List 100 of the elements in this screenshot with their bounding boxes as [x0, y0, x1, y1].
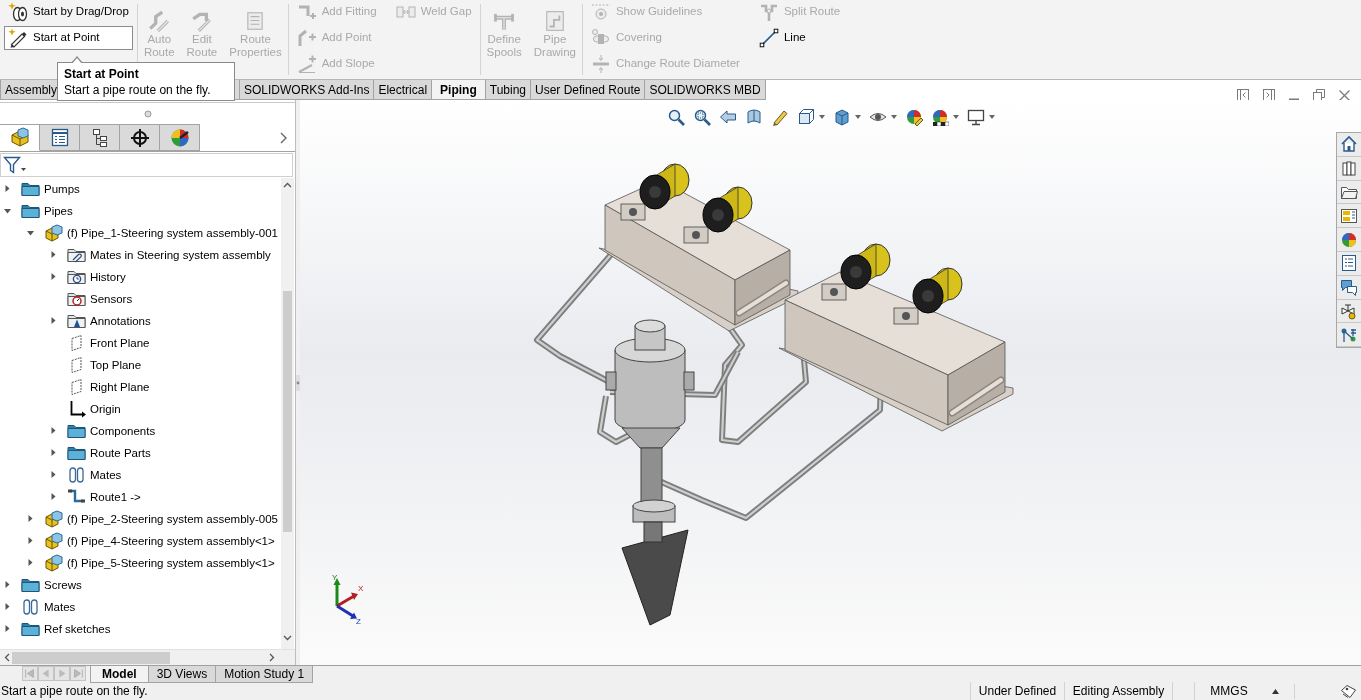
caret-down-icon[interactable]	[854, 115, 861, 119]
list-icon[interactable]	[1340, 254, 1358, 273]
caret-right-icon[interactable]	[49, 470, 58, 480]
tree-item-label[interactable]: Ref sketches	[44, 620, 111, 637]
filter-icon[interactable]	[3, 154, 27, 175]
caret-right-icon[interactable]	[49, 272, 58, 282]
caret-right-icon[interactable]	[26, 514, 35, 524]
command-tab[interactable]: User Defined Route	[530, 80, 646, 100]
tree-item-label[interactable]: (f) Pipe_5-Steering system assembly<1>	[67, 554, 275, 571]
chevron-left-icon[interactable]	[4, 653, 10, 663]
tree-item-label[interactable]: Mates in Steering system assembly	[90, 246, 271, 263]
layout-board-icon[interactable]	[1340, 206, 1358, 225]
caret-down-icon[interactable]	[952, 115, 959, 119]
tree-item-label[interactable]: Right Plane	[90, 378, 150, 395]
tree-item-label[interactable]: Origin	[90, 400, 121, 417]
splitter-handle-icon[interactable]	[296, 374, 300, 391]
caret-right-icon[interactable]	[3, 602, 12, 612]
command-tab[interactable]: Tubing	[484, 80, 531, 100]
tree-item-label[interactable]: (f) Pipe_2-Steering system assembly-005	[67, 510, 278, 527]
caret-down-icon[interactable]	[818, 115, 825, 119]
caret-down-icon[interactable]	[988, 115, 995, 119]
books-icon[interactable]	[1340, 159, 1358, 178]
assembly-icon	[44, 553, 63, 572]
caret-right-icon[interactable]	[49, 250, 58, 260]
color-ball-pencil-icon[interactable]	[904, 108, 923, 126]
panel-tab[interactable]	[120, 124, 160, 152]
command-tab[interactable]: Electrical	[373, 80, 433, 100]
caret-right-icon[interactable]	[26, 536, 35, 546]
command-tab[interactable]: SOLIDWORKS MBD	[644, 80, 766, 100]
pipe-pencil-icon	[190, 10, 213, 32]
caret-up-icon[interactable]	[1271, 688, 1279, 694]
caret-right-icon[interactable]	[49, 426, 58, 436]
tag-icon[interactable]	[1340, 683, 1357, 699]
pipe-pencil-icon	[148, 10, 171, 32]
chevron-down-icon[interactable]	[283, 635, 292, 642]
tree-item-label[interactable]: Annotations	[90, 312, 151, 329]
caret-right-icon[interactable]	[49, 448, 58, 458]
caret-down-icon[interactable]	[890, 115, 897, 119]
panel-left-icon[interactable]	[1236, 88, 1250, 102]
tree-item-label[interactable]: Sensors	[90, 290, 133, 307]
chevron-right-icon[interactable]	[280, 131, 287, 144]
panel-tab[interactable]	[80, 124, 120, 152]
valve-icon[interactable]	[1340, 301, 1358, 320]
magnifier-icon[interactable]	[666, 108, 685, 126]
section-surface-icon[interactable]	[744, 108, 763, 126]
color-ball-checker-icon[interactable]	[930, 108, 949, 126]
model-tab[interactable]: Model	[90, 666, 149, 683]
ribbon-button[interactable]: Start by Drag/Drop	[4, 0, 133, 24]
tree-item-label[interactable]: Pipes	[44, 202, 73, 219]
tree-item-label[interactable]: Top Plane	[90, 356, 142, 373]
chat-bubbles-icon[interactable]	[1340, 278, 1358, 297]
caret-right-icon[interactable]	[49, 492, 58, 502]
chevron-up-icon[interactable]	[283, 181, 292, 188]
home-icon[interactable]	[1340, 135, 1358, 154]
cube-outline-icon[interactable]	[796, 108, 815, 126]
color-ball-icon[interactable]	[1340, 230, 1358, 249]
horizontal-scrollbar[interactable]	[0, 649, 295, 665]
caret-down-icon[interactable]	[3, 206, 12, 216]
caret-right-icon[interactable]	[3, 580, 12, 590]
tree-item-label[interactable]: Screws	[44, 576, 82, 593]
model-tab[interactable]: Motion Study 1	[215, 666, 314, 683]
vertical-scrollbar[interactable]	[281, 177, 294, 650]
caret-right-icon[interactable]	[3, 624, 12, 634]
caret-right-icon[interactable]	[26, 558, 35, 568]
tree-item-label[interactable]: Route Parts	[90, 444, 151, 461]
model-tab[interactable]: 3D Views	[147, 666, 217, 683]
arrow-left-icon[interactable]	[718, 108, 737, 126]
caret-right-icon[interactable]	[3, 184, 12, 194]
tree-item-label[interactable]: History	[90, 268, 126, 285]
tree-item-label[interactable]: Mates	[44, 598, 76, 615]
chevron-right-icon[interactable]	[269, 653, 275, 663]
tree-item-label[interactable]: Mates	[90, 466, 122, 483]
panel-tab[interactable]	[40, 124, 80, 152]
panel-right-icon[interactable]	[1262, 88, 1276, 102]
tree-item-label[interactable]: Components	[90, 422, 156, 439]
tree-item-label[interactable]: Front Plane	[90, 334, 150, 351]
ribbon-button[interactable]: Start at Point	[4, 26, 133, 50]
tree-item-label[interactable]: (f) Pipe_4-Steering system assembly<1>	[67, 532, 275, 549]
command-tab[interactable]: Piping	[431, 80, 486, 100]
cube-icon	[8, 126, 31, 149]
monitor-icon[interactable]	[966, 108, 985, 126]
scroll-thumb[interactable]	[12, 651, 170, 664]
tree-item-label[interactable]: Pumps	[44, 180, 80, 197]
pencil-icon[interactable]	[770, 108, 789, 126]
tree-item-label[interactable]: Route1 ->	[90, 488, 141, 505]
axis-label: Y	[332, 573, 338, 582]
panel-tab[interactable]	[160, 124, 200, 152]
cube-icon[interactable]	[832, 108, 851, 126]
caret-down-icon[interactable]	[26, 228, 35, 238]
tree-item-label[interactable]: (f) Pipe_1-Steering system assembly-001	[67, 224, 278, 241]
command-tab[interactable]: SOLIDWORKS Add-Ins	[239, 80, 375, 100]
scroll-thumb[interactable]	[283, 290, 292, 532]
grip-icon[interactable]	[143, 109, 152, 118]
close-icon[interactable]	[1338, 88, 1351, 102]
caret-right-icon[interactable]	[49, 316, 58, 326]
status-field: MMGS	[1210, 682, 1248, 700]
magnifier-square-icon[interactable]	[692, 108, 711, 126]
ribbon-button[interactable]: Line	[754, 26, 845, 50]
restore-icon[interactable]	[1312, 88, 1326, 102]
assembly-icon	[44, 531, 63, 550]
